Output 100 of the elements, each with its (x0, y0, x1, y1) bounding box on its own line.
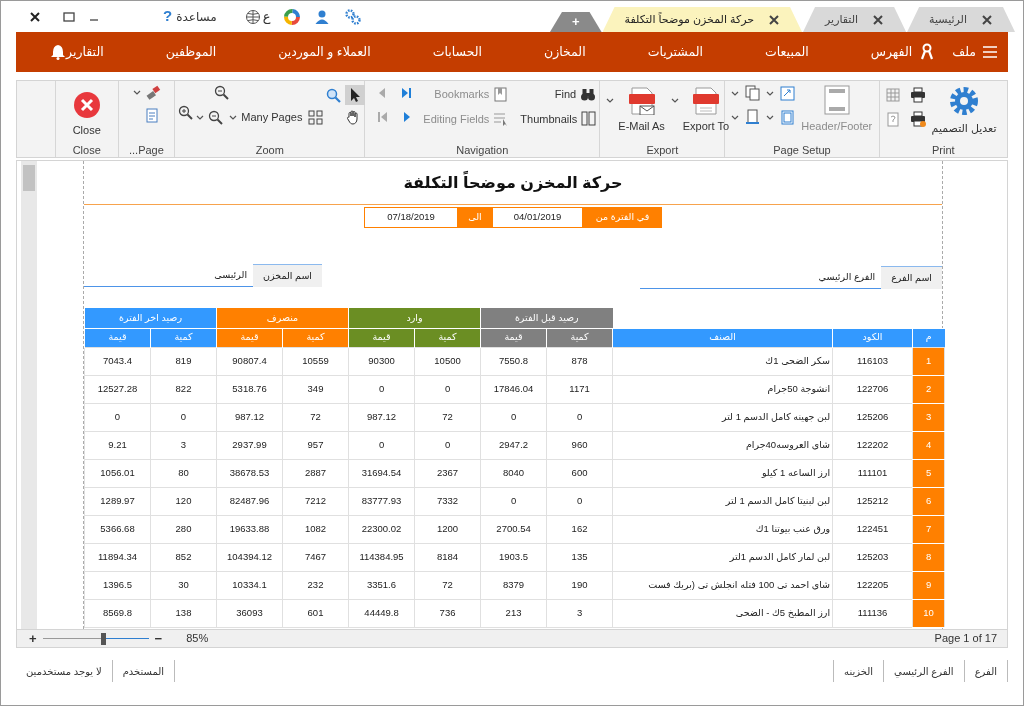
menu-item[interactable]: المبيعات (765, 42, 809, 62)
table-cell: ارز المطبخ 5ك - الضحى (612, 599, 833, 627)
zoom-in-icon[interactable] (178, 105, 194, 120)
close-icon[interactable] (29, 10, 41, 23)
report-title: حركة المخزن موضحاً التكلفة (84, 161, 942, 205)
zoom-out-button[interactable]: − (154, 628, 163, 649)
table-cell: سكر الضحى 1ك (612, 347, 833, 375)
row-number: 5 (912, 459, 945, 487)
table-cell: 957 (282, 431, 349, 459)
table-cell: 232 (282, 571, 349, 599)
pages-icon[interactable] (745, 85, 761, 101)
toolbar-button[interactable]: Close (68, 85, 105, 141)
printer-icon[interactable] (909, 87, 926, 103)
zoom-slider[interactable] (42, 632, 149, 645)
dropdown-icon[interactable] (196, 113, 205, 121)
page-icon[interactable] (745, 109, 761, 125)
column-header: قيمة (84, 328, 151, 347)
status-label: الخزينه (833, 660, 884, 682)
table-cell: 3 (546, 599, 613, 627)
table-cell: 10500 (414, 347, 481, 375)
language-label[interactable]: ع (262, 6, 271, 27)
menu-item[interactable]: العملاء و الموردين (278, 42, 371, 62)
field-value: الرئيسى (84, 264, 254, 287)
printer-icon[interactable] (909, 111, 926, 127)
table-cell: لبن جهينه كامل الدسم 1 لتر (612, 403, 833, 431)
column-group-header: منصرف (216, 308, 349, 328)
table-cell: 135 (546, 543, 613, 571)
zoom-in-button[interactable]: + (29, 628, 37, 649)
bell-icon[interactable] (51, 44, 65, 60)
tab[interactable]: الرئيسية (907, 7, 1015, 32)
menu-item[interactable]: التقارير (66, 42, 104, 62)
globe-icon[interactable] (244, 8, 261, 25)
table-cell: 120 (150, 487, 217, 515)
tab[interactable]: التقارير (803, 7, 907, 32)
table-cell: 878 (546, 347, 613, 375)
color-wheel-icon[interactable] (284, 8, 301, 25)
table-cell: 5366.68 (84, 515, 151, 543)
dropdown-icon[interactable] (606, 97, 615, 104)
toolbar-button[interactable]: Find (552, 85, 599, 104)
field-value: الفرع الرئيسي (640, 266, 882, 289)
table-cell: 72 (414, 403, 481, 431)
menu-item[interactable]: ملف (952, 42, 976, 62)
search-icon[interactable] (326, 87, 342, 103)
dropdown-icon[interactable] (731, 113, 740, 121)
toolbar-button[interactable]: Export To (678, 85, 734, 137)
close-icon[interactable] (768, 13, 780, 26)
maximize-icon[interactable] (63, 11, 75, 22)
group-label: Zoom (254, 143, 285, 157)
column-header: الصنف (612, 328, 833, 347)
file-icon (691, 87, 720, 115)
gear-icon (948, 85, 980, 117)
dropdown-icon[interactable] (766, 89, 775, 97)
toolbar-button[interactable]: E-Mail As (614, 85, 669, 137)
table-cell: 19633.88 (216, 515, 283, 543)
toolbar-button[interactable]: Many Pages (227, 108, 305, 127)
table-cell: 852 (150, 543, 217, 571)
dropdown-icon[interactable] (766, 113, 775, 121)
tab[interactable]: حركة المخزن موضحاً التكلفة (602, 7, 802, 32)
menu-item[interactable]: المخازن (544, 42, 586, 62)
toolbar-button[interactable]: Thumbnails (518, 109, 599, 128)
settings-icon[interactable] (344, 7, 363, 26)
bookmark-icon (493, 86, 509, 102)
dropdown-icon[interactable] (670, 97, 679, 104)
user-icon[interactable] (314, 8, 331, 25)
close-icon[interactable] (872, 13, 885, 26)
menu-item[interactable]: المشتريات (647, 42, 703, 62)
help-link[interactable]: مساعدة (176, 7, 217, 26)
scroll-bar[interactable] (21, 161, 37, 629)
dropdown-icon[interactable] (132, 89, 141, 96)
table-cell: 822 (150, 375, 217, 403)
table-cell: 987.12 (348, 403, 415, 431)
brush-icon[interactable] (144, 85, 161, 100)
help-icon[interactable]: ? (163, 5, 173, 28)
zoom-out-icon[interactable] (214, 85, 230, 100)
toolbar-button[interactable]: تعديل التصميم (931, 85, 997, 137)
table-cell: 122706 (832, 375, 913, 403)
table-cell: 2367 (414, 459, 481, 487)
menu-icon[interactable] (982, 45, 998, 59)
table-cell: 125206 (832, 403, 913, 431)
dropdown-icon[interactable] (731, 89, 740, 97)
resize-icon[interactable] (780, 85, 796, 101)
last-page-icon[interactable] (399, 85, 414, 101)
margins-icon[interactable] (780, 109, 796, 125)
menu-item[interactable]: الموظفين (165, 42, 217, 62)
row-number: 8 (912, 543, 945, 571)
table-cell: 0 (480, 487, 547, 515)
table-cell: 280 (150, 515, 217, 543)
table-cell: 38678.53 (216, 459, 283, 487)
close-icon (72, 91, 101, 119)
menu-item[interactable]: الفهرس (870, 42, 913, 62)
table-cell: لبن لبنيتا كامل الدسم 1 لتر (612, 487, 833, 515)
ribbon-icon[interactable] (920, 43, 935, 61)
zoom-out-icon[interactable] (208, 109, 224, 125)
table-cell: 122205 (832, 571, 913, 599)
close-icon[interactable] (981, 13, 993, 26)
menu-item[interactable]: الحسابات (432, 42, 482, 62)
status-value: الفرع الرئيسي (883, 660, 964, 682)
table-cell: 138 (150, 599, 217, 627)
date-field: 04/01/2019 (492, 207, 583, 228)
grid-icon[interactable] (308, 109, 324, 125)
